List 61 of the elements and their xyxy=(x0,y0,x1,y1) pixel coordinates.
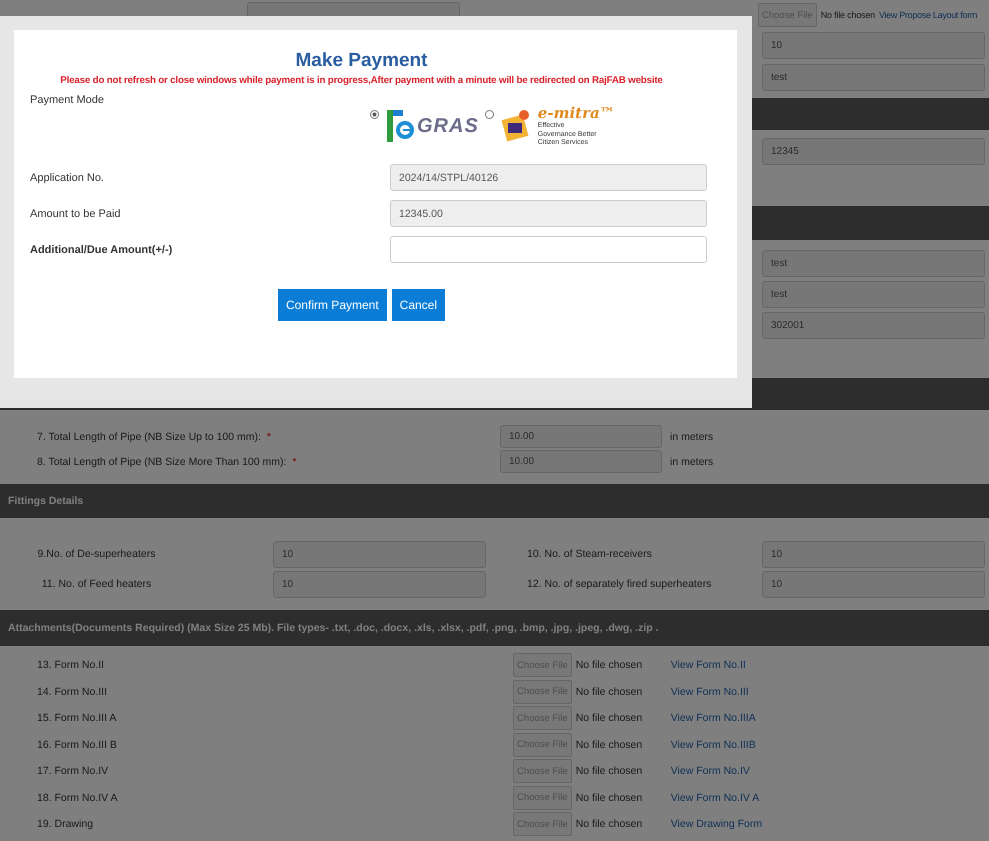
view-form-link[interactable]: View Form No.IV xyxy=(670,765,750,778)
logo-text: GRAS xyxy=(417,114,479,138)
input-field[interactable]: 12345 xyxy=(762,138,985,165)
field-label: 16. Form No.III B xyxy=(37,738,118,751)
file-status: No file chosen xyxy=(576,712,644,724)
input-field[interactable]: 10 xyxy=(762,570,985,598)
unit-label: in meters xyxy=(670,456,714,468)
view-form-link[interactable]: View Form No.IV A xyxy=(670,792,760,804)
field-label: 11. No. of Feed heaters xyxy=(40,578,152,590)
field-label: 12. No. of separately fired superheaters xyxy=(527,578,712,590)
file-status: No file chosen xyxy=(820,10,875,20)
logo-text: e-mitra™ xyxy=(538,104,615,122)
file-status: No file chosen xyxy=(576,686,644,698)
field-label: 19. Drawing xyxy=(37,818,94,830)
file-status: No file chosen xyxy=(576,659,644,672)
view-form-link[interactable]: View Drawing Form xyxy=(670,818,762,830)
egras-logo-icon xyxy=(385,108,415,144)
file-status: No file chosen xyxy=(576,738,644,751)
field-label: 18. Form No.IV A xyxy=(37,792,119,804)
radio-button[interactable] xyxy=(370,110,379,119)
field-label: 7. Total Length of Pipe (NB Size Up to 100 mm): * xyxy=(37,430,272,442)
field-label: Amount to be Paid xyxy=(30,208,121,220)
input-field[interactable]: 10 xyxy=(762,540,985,568)
section-header: Attachments(Documents Required) (Max Size 25 Mb). File types- .txt, .doc, .docx, .xls, .xlsx, .pdf, .png, .bmp, .jpg, .jpeg, .dwg, .zip . xyxy=(0,610,989,646)
field-label: Additional/Due Amount(+/-) xyxy=(30,244,172,256)
input-field[interactable]: test xyxy=(762,250,985,277)
warning-text: Please do not refresh or close windows while payment is in progress,After payment with a minute will be redirected on RajFAB website xyxy=(60,75,663,86)
view-form-link[interactable]: View Form No.III xyxy=(670,686,749,698)
field-label: 13. Form No.II xyxy=(37,659,106,672)
input-field[interactable]: test xyxy=(762,281,985,308)
file-status: No file chosen xyxy=(576,765,644,778)
file-status: No file chosen xyxy=(576,818,644,830)
input-field[interactable]: 10 xyxy=(273,570,486,598)
view-form-link[interactable]: View Propose Layout form xyxy=(878,10,978,20)
field-label: 8. Total Length of Pipe (NB Size More Than 100 mm): * xyxy=(37,456,298,468)
input-field[interactable]: 12345.00 xyxy=(390,200,707,227)
unit-label: in meters xyxy=(670,430,714,442)
file-status: No file chosen xyxy=(576,792,644,804)
input-field[interactable]: 10.00 xyxy=(500,450,662,473)
input-field[interactable]: 10 xyxy=(762,32,985,59)
input-field[interactable]: test xyxy=(762,64,985,91)
input-field[interactable]: 10.00 xyxy=(500,425,662,448)
cancel-button[interactable]: Cancel xyxy=(392,289,446,321)
field-label: 15. Form No.III A xyxy=(37,712,118,724)
dialog-title: Make Payment xyxy=(294,50,428,72)
field-label: 10. No. of Steam-receivers xyxy=(527,548,653,560)
radio-button[interactable] xyxy=(484,110,494,119)
field-label: 14. Form No.III xyxy=(37,686,108,698)
view-form-link[interactable]: View Form No.IIIA xyxy=(670,712,756,724)
field-label: 9.No. of De-superheaters xyxy=(36,548,156,560)
confirm-button[interactable]: Confirm Payment xyxy=(278,289,387,321)
field-label: Payment Mode xyxy=(30,94,105,106)
section-header: Fittings Details xyxy=(0,484,989,518)
field-label: Application No. xyxy=(30,172,104,184)
view-form-link[interactable]: View Form No.IIIB xyxy=(670,738,756,751)
view-form-link[interactable]: View Form No.II xyxy=(670,659,746,672)
field-label: 17. Form No.IV xyxy=(37,765,110,778)
input-field[interactable]: 302001 xyxy=(762,312,985,339)
input-field[interactable] xyxy=(390,236,707,263)
input-field[interactable]: 2024/14/STPL/40126 xyxy=(390,164,707,191)
input-field[interactable]: 10 xyxy=(273,540,486,568)
